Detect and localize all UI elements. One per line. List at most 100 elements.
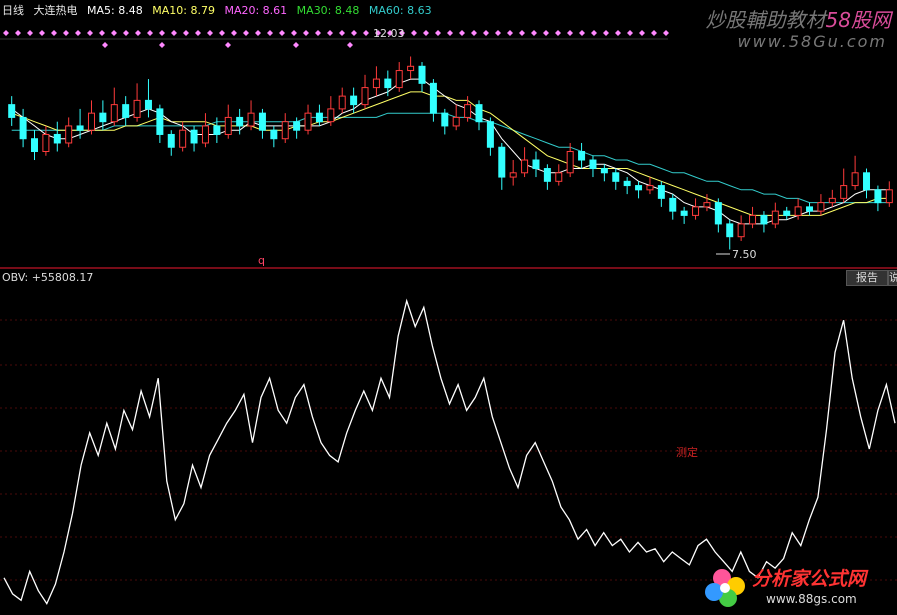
signal-diamond-extra-0 — [102, 42, 108, 48]
candle-body-76 — [874, 189, 882, 204]
candle-body-42 — [486, 121, 494, 148]
report-button[interactable]: 报告 — [846, 270, 888, 286]
candle-body-20 — [236, 116, 244, 127]
signal-diamond-51 — [615, 30, 621, 36]
watermark-cn-num: 58股网 — [825, 8, 891, 32]
logo-url: www.88gs.com — [766, 592, 857, 606]
candle-body-67 — [771, 210, 779, 225]
extra-button[interactable]: 说 — [888, 270, 897, 286]
ma5-path — [11, 78, 890, 225]
candle-body-47 — [543, 168, 551, 182]
candle-body-59 — [680, 210, 688, 216]
candle-body-48 — [555, 172, 563, 182]
signal-diamond-44 — [531, 30, 537, 36]
obv-center-text: 测定 — [676, 445, 698, 459]
candle-body-62 — [714, 202, 722, 225]
ma20-value: 8.61 — [262, 4, 288, 17]
signal-diamond-16 — [195, 30, 201, 36]
signal-diamond-43 — [519, 30, 525, 36]
ma60-label: MA60: — [368, 4, 404, 17]
signal-diamond-29 — [351, 30, 357, 36]
signal-diamond-3 — [39, 30, 45, 36]
candle-body-24 — [281, 121, 289, 140]
candle-body-53 — [612, 172, 620, 182]
signal-diamond-24 — [291, 30, 297, 36]
candle-body-55 — [635, 185, 643, 191]
candle-body-18 — [213, 125, 221, 135]
candle-body-23 — [270, 129, 278, 140]
candle-body-30 — [350, 95, 358, 106]
signal-diamond-49 — [591, 30, 597, 36]
watermark-url: www.58Gu.com — [737, 32, 887, 51]
ma5-value: 8.48 — [118, 4, 143, 17]
candle-body-9 — [110, 104, 118, 123]
signal-diamond-18 — [219, 30, 225, 36]
signal-diamond-8 — [99, 30, 105, 36]
signal-diamond-35 — [423, 30, 429, 36]
signal-diamond-36 — [435, 30, 441, 36]
candle-body-25 — [293, 121, 301, 131]
candle-body-65 — [749, 214, 757, 225]
obv-grid — [0, 319, 897, 581]
low-price-label: 7.50 — [732, 248, 757, 261]
candle-body-54 — [623, 180, 631, 187]
candle-body-37 — [429, 82, 437, 114]
candle-body-41 — [475, 104, 483, 123]
candle-body-16 — [190, 129, 198, 144]
candle-body-17 — [201, 125, 209, 144]
candle-body-56 — [646, 185, 654, 191]
candle-body-6 — [76, 125, 84, 131]
candle-body-64 — [737, 223, 745, 238]
candle-body-45 — [521, 159, 529, 174]
candle-body-11 — [133, 99, 141, 118]
signal-diamond-54 — [651, 30, 657, 36]
candle-body-70 — [806, 206, 814, 212]
signal-diamond-19 — [231, 30, 237, 36]
candle-body-8 — [99, 112, 107, 123]
candle-body-22 — [258, 112, 266, 131]
candle-body-66 — [760, 214, 768, 225]
candle-body-7 — [87, 112, 95, 131]
ma5-readout: MA5: 8.48 — [87, 4, 143, 17]
stock-name: 大连热电 — [33, 4, 78, 17]
signal-diamond-2 — [27, 30, 33, 36]
signal-diamond-37 — [447, 30, 453, 36]
ma30-readout: MA30: 8.48 — [297, 4, 360, 17]
candle-body-57 — [657, 185, 665, 199]
signal-diamond-45 — [543, 30, 549, 36]
obv-title: OBV: +55808.17 — [2, 271, 94, 284]
candle-body-58 — [669, 197, 677, 212]
candle-body-34 — [395, 70, 403, 89]
candle-body-13 — [156, 108, 164, 135]
signal-diamond-1 — [15, 30, 21, 36]
signal-diamond-34 — [411, 30, 417, 36]
candle-body-27 — [315, 112, 323, 123]
candle-body-19 — [224, 116, 232, 135]
candle-body-44 — [509, 172, 517, 178]
candle-body-35 — [407, 65, 415, 72]
candle-body-61 — [703, 202, 711, 208]
candle-body-52 — [600, 168, 608, 174]
marker-q: q — [258, 254, 265, 267]
high-price-label: 12.03 — [373, 27, 405, 40]
signal-diamond-48 — [579, 30, 585, 36]
signal-diamond-27 — [327, 30, 333, 36]
signal-diamond-9 — [111, 30, 117, 36]
signal-diamond-55 — [663, 30, 669, 36]
ma10-value: 8.79 — [190, 4, 215, 17]
signal-diamond-26 — [315, 30, 321, 36]
signal-diamond-13 — [159, 30, 165, 36]
chart-canvas: 12.03 7.50 q 测定 — [0, 27, 897, 605]
candle-body-39 — [452, 116, 460, 127]
signal-diamond-30 — [363, 30, 369, 36]
ma60-path — [11, 112, 890, 204]
candle-body-29 — [338, 95, 346, 110]
signal-diamond-5 — [63, 30, 69, 36]
candle-body-43 — [498, 146, 506, 178]
signal-diamond-0 — [3, 30, 9, 36]
ma60-value: 8.63 — [407, 4, 432, 17]
candle-body-0 — [8, 104, 16, 118]
ma30-value: 8.48 — [334, 4, 360, 17]
candle-body-40 — [464, 104, 472, 118]
chart-header: 日线 大连热电 MA5: 8.48 MA10: 8.79 MA20: 8.61 … — [2, 2, 438, 18]
